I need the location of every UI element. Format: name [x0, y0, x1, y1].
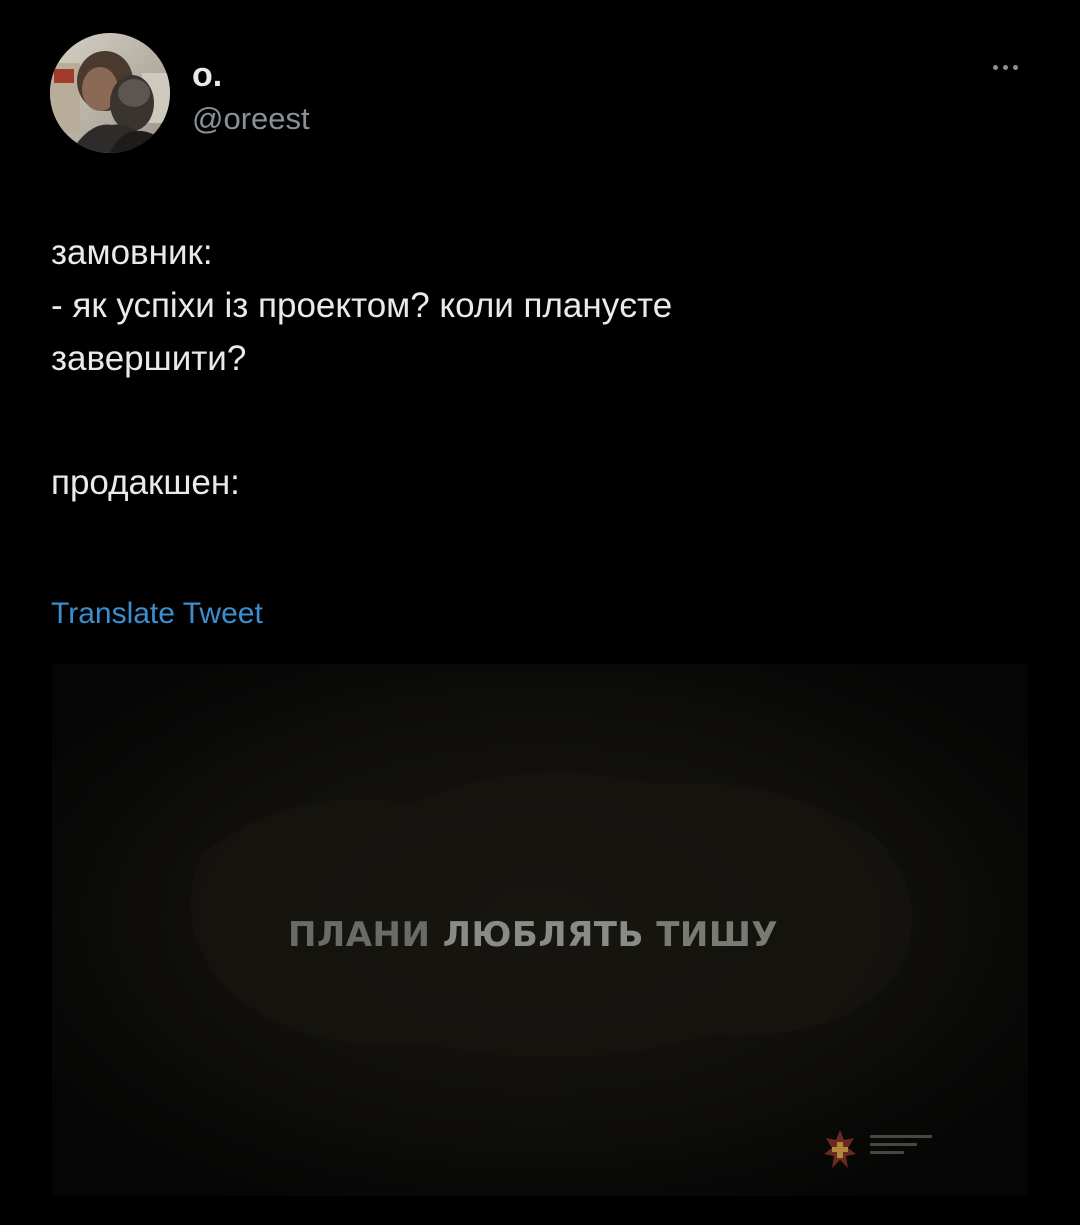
more-horizontal-icon-dot: [1002, 64, 1008, 70]
tweet-line: замовник:: [51, 233, 213, 272]
tweet-line: продакшен:: [51, 463, 240, 502]
emblem-text-line: [870, 1143, 917, 1146]
emblem-text-line: [870, 1135, 932, 1138]
video-caption: ПЛАНИ ЛЮБЛЯТЬ ТИШУ: [288, 915, 778, 955]
tweet-line: - як успіхи із проектом? коли плануєте: [51, 286, 673, 325]
avatar[interactable]: [50, 33, 170, 153]
tweet-line: завершити?: [51, 339, 247, 378]
translate-tweet-link[interactable]: Translate Tweet: [51, 595, 263, 633]
caption-word: ТИШУ: [656, 915, 779, 955]
more-horizontal-icon: [992, 64, 998, 70]
tweet-header: о. @oreest: [50, 33, 1030, 158]
more-options-button[interactable]: [980, 57, 1030, 77]
caption-word: ЛЮБЛЯТЬ: [442, 915, 644, 955]
display-name[interactable]: о.: [192, 55, 310, 95]
tweet: о. @oreest замовник: - як успіхи із прое…: [0, 0, 1080, 1225]
ministry-emblem-icon: [824, 1130, 856, 1168]
tweet-text: замовник: - як успіхи із проектом? коли …: [51, 226, 1011, 509]
emblem-caption: [870, 1135, 932, 1159]
profile-photo-icon: [50, 33, 170, 153]
emblem-text-line: [870, 1151, 905, 1154]
author-names: о. @oreest: [192, 55, 310, 139]
caption-word: ПЛАНИ: [288, 915, 431, 955]
more-horizontal-icon-dot: [1012, 64, 1018, 70]
user-handle[interactable]: @oreest: [192, 99, 310, 139]
